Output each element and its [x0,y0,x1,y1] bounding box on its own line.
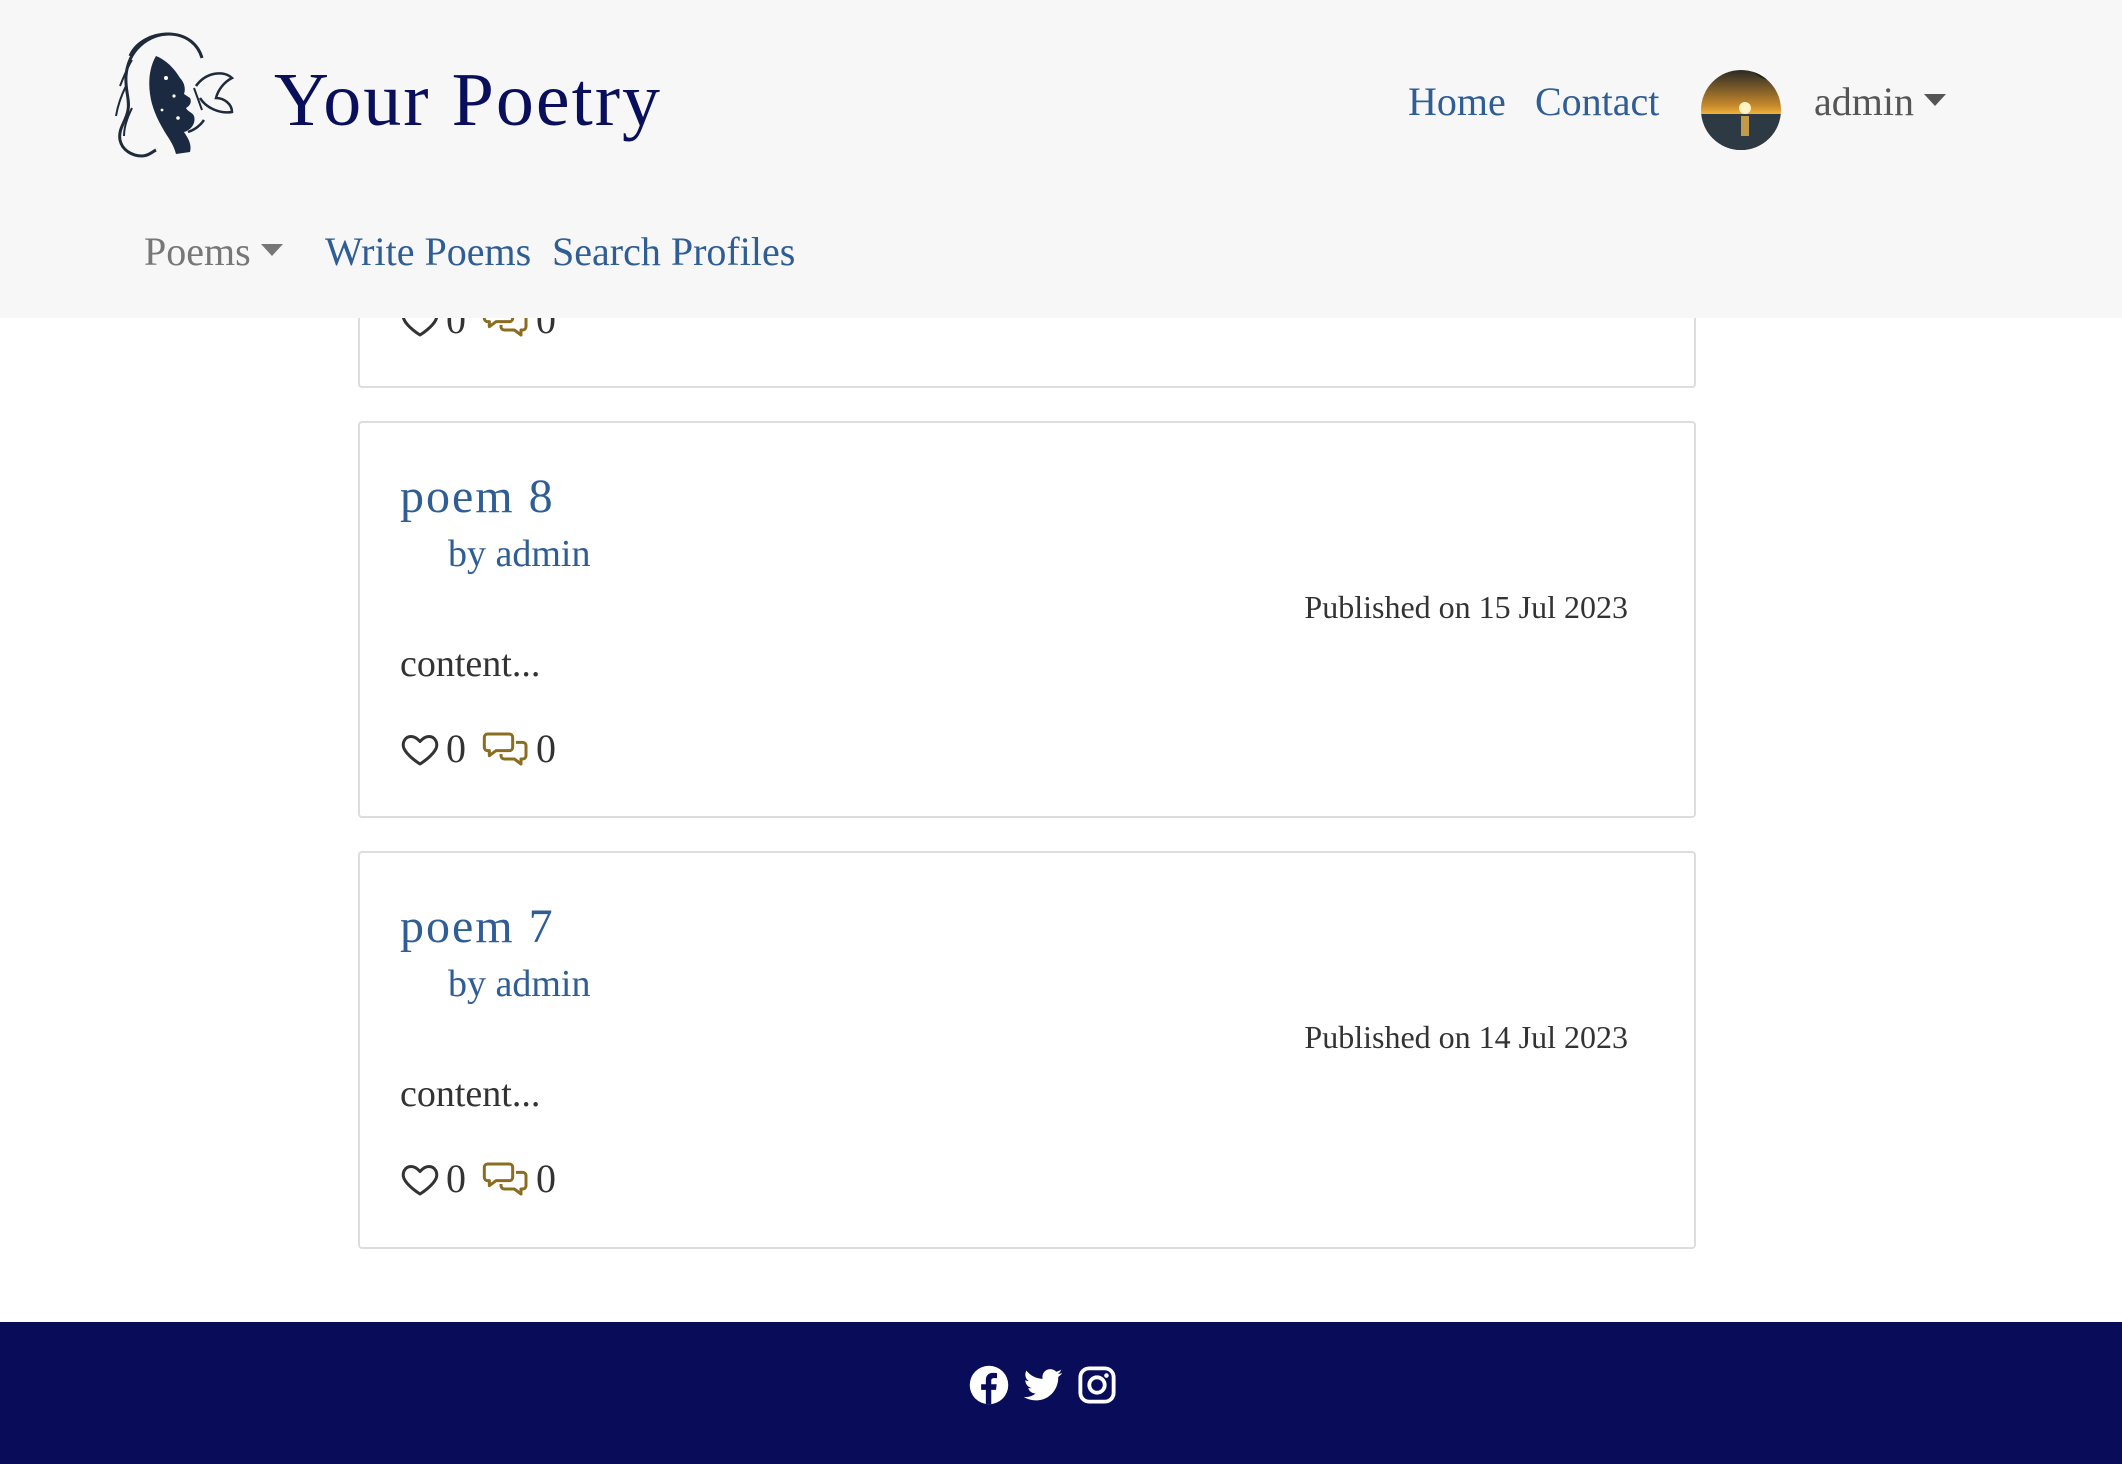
comment-count: 0 [536,1156,556,1201]
heart-icon[interactable] [400,729,440,769]
nav-contact-link[interactable]: Contact [1535,82,1659,122]
caret-down-icon [260,243,283,256]
publish-date: Published on 14 Jul 2023 [1304,1019,1628,1055]
sunset-avatar-icon [1701,70,1781,150]
heart-icon[interactable] [400,1159,440,1199]
like-count: 0 [446,726,466,771]
user-menu-dropdown[interactable]: admin [1814,82,1946,122]
comment-count: 0 [536,726,556,771]
poem-card: poem 8 by admin Published on 15 Jul 2023… [358,421,1696,818]
logo-icon[interactable] [100,26,240,162]
avatar[interactable] [1701,70,1781,150]
poem-content: content... [400,1073,541,1115]
site-brand[interactable]: Your Poetry [274,62,662,138]
poem-stats: 0 0 [400,727,572,771]
social-links [968,1364,1118,1406]
poems-dropdown[interactable]: Poems [144,232,283,272]
site-header: Your Poetry Home Contact admin Poems Wri… [0,0,2122,318]
like-count: 0 [446,1156,466,1201]
write-poems-link[interactable]: Write Poems [325,232,531,272]
poem-card: poem 7 by admin Published on 14 Jul 2023… [358,851,1696,1249]
comments-icon[interactable] [482,1159,530,1199]
twitter-icon[interactable] [1022,1364,1064,1406]
user-name: admin [1814,79,1914,124]
nav-home-link[interactable]: Home [1408,82,1506,122]
poem-stats: 0 0 [400,1157,572,1201]
poems-dropdown-label: Poems [144,229,251,274]
poem-author[interactable]: by admin [448,535,590,573]
poem-title[interactable]: poem 8 [400,473,555,521]
instagram-icon[interactable] [1076,1364,1118,1406]
poem-title[interactable]: poem 7 [400,903,555,951]
facebook-icon[interactable] [968,1364,1010,1406]
site-footer [0,1322,2122,1464]
poem-author[interactable]: by admin [448,965,590,1003]
search-profiles-link[interactable]: Search Profiles [552,232,795,272]
publish-date: Published on 15 Jul 2023 [1304,589,1628,625]
comments-icon[interactable] [482,729,530,769]
poem-content: content... [400,643,541,685]
caret-down-icon [1923,93,1946,106]
